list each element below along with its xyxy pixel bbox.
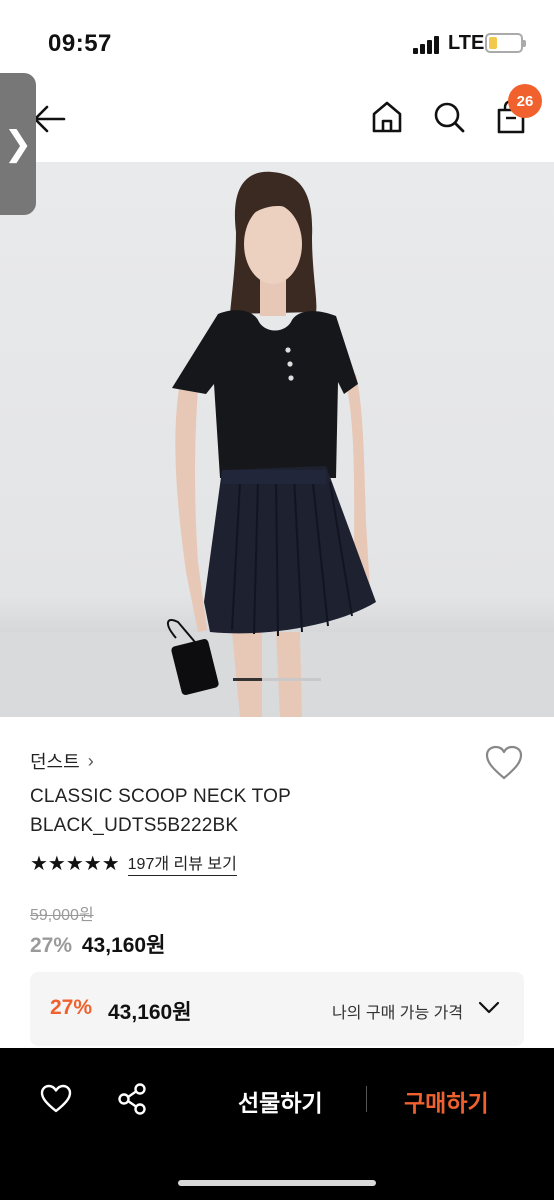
chevron-right-icon: › — [87, 750, 94, 771]
product-image-gallery[interactable] — [0, 162, 554, 717]
product-title-line2: BLACK_UDTS5B222BK — [30, 815, 239, 836]
gallery-pager — [233, 678, 321, 681]
my-price-box[interactable]: 27% 43,160원 나의 구매 가능 가격 — [30, 972, 524, 1046]
battery-icon — [485, 33, 526, 53]
buy-button[interactable]: 구매하기 — [404, 1084, 489, 1118]
home-icon[interactable] — [368, 98, 406, 136]
divider — [366, 1086, 367, 1112]
heart-icon[interactable] — [484, 744, 524, 782]
brand-link[interactable]: 던스트 › — [30, 748, 94, 774]
my-discount-rate: 27% — [50, 996, 93, 1019]
my-price-label: 나의 구매 가능 가격 — [332, 1005, 464, 1022]
status-time: 09:57 — [48, 30, 112, 57]
brand-name: 던스트 — [30, 752, 80, 772]
my-price: 43,160원 — [108, 1001, 192, 1024]
share-icon[interactable] — [116, 1082, 148, 1116]
original-price: 59,000원 — [30, 907, 94, 924]
side-drawer-tab[interactable]: ❯ — [0, 73, 36, 215]
gallery-pager-active — [233, 678, 263, 681]
chevron-down-icon[interactable] — [478, 1000, 500, 1016]
product-title-line1: CLASSIC SCOOP NECK TOP — [30, 786, 291, 807]
signal-icon — [413, 34, 443, 54]
sale-price: 43,160원 — [81, 934, 166, 957]
star-rating: ★★★★★ — [30, 852, 120, 875]
arrow-left-icon[interactable] — [30, 102, 70, 136]
battery-level — [489, 37, 497, 49]
gift-button[interactable]: 선물하기 — [238, 1084, 323, 1118]
search-icon[interactable] — [430, 98, 468, 136]
discount-rate: 27% — [30, 934, 73, 957]
review-link[interactable]: 197개 리뷰 보기 — [127, 850, 237, 876]
network-type: LTE — [448, 32, 485, 54]
rating-row: ★★★★★ 197개 리뷰 보기 — [30, 850, 237, 876]
bottom-action-bar: 선물하기 구매하기 — [0, 1048, 554, 1200]
chevron-right-icon: ❯ — [3, 125, 33, 163]
cart-count-badge: 26 — [508, 84, 542, 118]
sale-price-row: 27% 43,160원 — [30, 929, 165, 959]
top-navigation: 26 — [0, 80, 554, 162]
home-indicator — [178, 1180, 376, 1186]
product-title: CLASSIC SCOOP NECK TOP BLACK_UDTS5B222BK — [30, 782, 470, 840]
heart-icon[interactable] — [40, 1084, 72, 1114]
status-bar: 09:57 LTE — [0, 0, 554, 80]
product-photo — [0, 171, 554, 717]
